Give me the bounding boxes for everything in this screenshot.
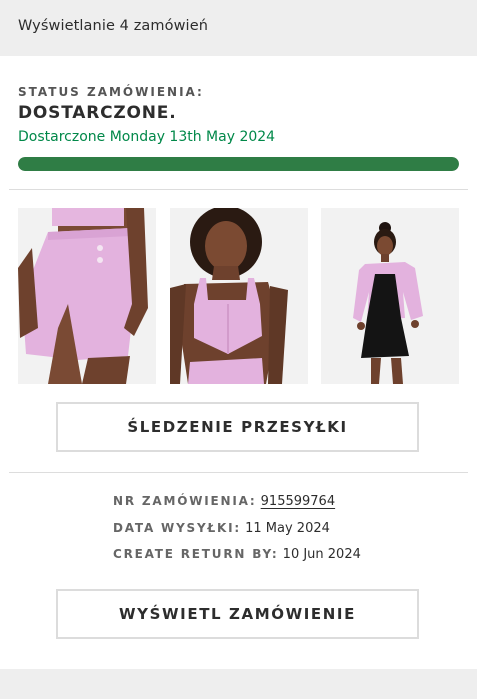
product-image-top[interactable] [170, 208, 308, 384]
product-photo-pink-corset-top [170, 208, 308, 384]
order-card: STATUS ZAMÓWIENIA: DOSTARCZONE. Dostarcz… [0, 56, 477, 669]
delivery-progress-bar [18, 157, 459, 171]
status-detail: Dostarczone Monday 13th May 2024 [18, 129, 276, 145]
track-shipment-button[interactable]: ŚLEDZENIE PRZESYŁKI [56, 402, 419, 452]
product-image-skirt[interactable] [18, 208, 156, 384]
orders-count-text: Wyświetlanie 4 zamówień [18, 18, 208, 34]
orders-header: Wyświetlanie 4 zamówień [0, 0, 477, 56]
return-by-label: CREATE RETURN BY: [113, 547, 279, 561]
return-by-value: 10 Jun 2024 [282, 547, 361, 562]
order-number-link[interactable]: 915599764 [261, 494, 335, 509]
view-order-button[interactable]: WYŚWIETL ZAMÓWIENIE [56, 589, 419, 639]
delivery-progress-fill [18, 157, 459, 171]
status-label: STATUS ZAMÓWIENIA: [18, 85, 204, 99]
product-photo-pink-skirt [18, 208, 156, 384]
return-by-row: CREATE RETURN BY: 10 Jun 2024 [113, 547, 361, 562]
divider [9, 189, 468, 190]
divider [9, 472, 468, 473]
ship-date-row: DATA WYSYŁKI: 11 May 2024 [113, 521, 330, 536]
order-number-row: NR ZAMÓWIENIA: 915599764 [113, 494, 335, 509]
order-number-label: NR ZAMÓWIENIA: [113, 494, 257, 508]
ship-date-value: 11 May 2024 [245, 521, 330, 536]
ship-date-label: DATA WYSYŁKI: [113, 521, 241, 535]
product-image-blazer[interactable] [321, 208, 459, 384]
status-value: DOSTARCZONE. [18, 103, 177, 123]
product-photo-pink-blazer [321, 208, 459, 384]
